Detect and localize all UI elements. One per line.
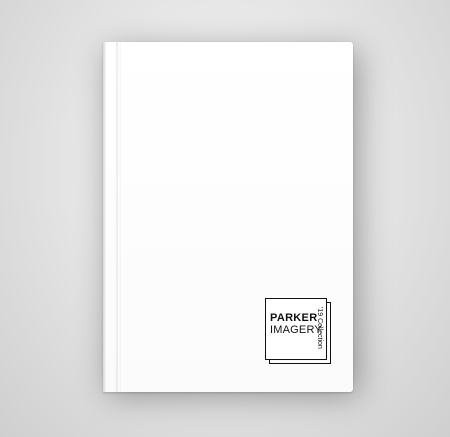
- hardcover-book: PARKER IMAGERY '19 Collection: [103, 42, 353, 392]
- logo-front-square: PARKER IMAGERY '19 Collection: [265, 298, 327, 360]
- backdrop: PARKER IMAGERY '19 Collection: [0, 0, 450, 437]
- parker-imagery-logo: PARKER IMAGERY '19 Collection: [265, 298, 331, 364]
- spine-crease: [115, 42, 121, 392]
- logo-title-line1: PARKER: [270, 312, 318, 324]
- logo-collection-label: '19 Collection: [316, 307, 323, 349]
- spine-edge: [103, 42, 106, 392]
